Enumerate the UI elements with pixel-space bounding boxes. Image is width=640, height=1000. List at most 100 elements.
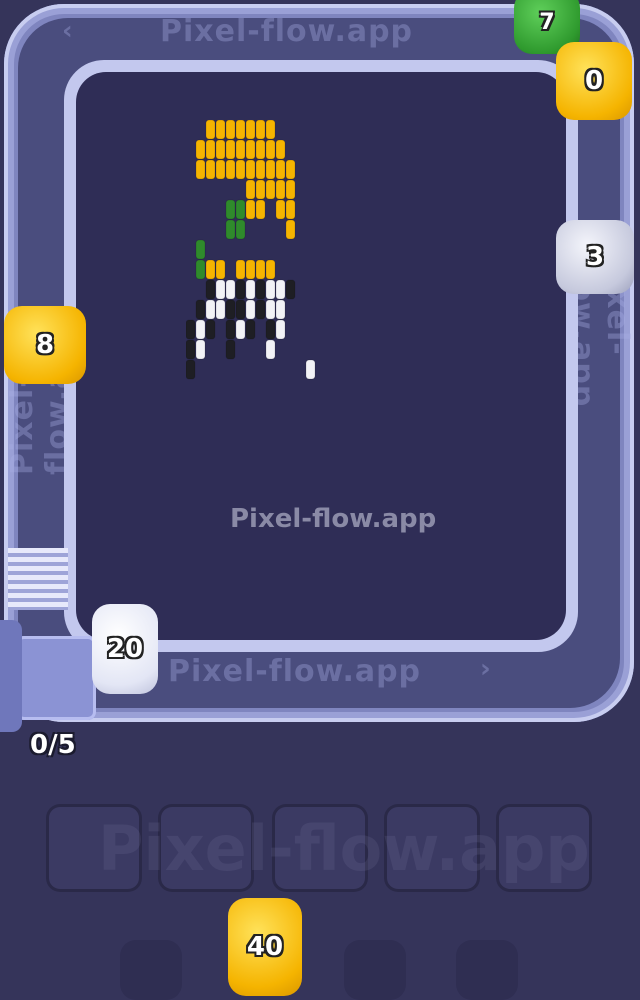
queue-placeholder: [344, 940, 406, 1000]
pixel-block-white: [275, 319, 286, 340]
pixel-block-black: [245, 319, 256, 340]
pixel-block-yellow: [245, 199, 256, 220]
pixel-block-black: [285, 279, 296, 300]
chevron-left-icon: ‹: [62, 16, 73, 46]
pixel-block-black: [255, 279, 266, 300]
shooter-white-bottom[interactable]: 20: [92, 604, 158, 694]
pixel-block-white: [245, 279, 256, 300]
pixel-block-black: [205, 279, 216, 300]
pixel-block-white: [235, 319, 246, 340]
pixel-block-yellow: [285, 199, 296, 220]
pixel-block-green: [195, 239, 206, 260]
pixel-block-yellow: [245, 159, 256, 180]
pixel-block-yellow: [205, 159, 216, 180]
pixel-block-yellow: [205, 120, 216, 140]
shooter-count: 7: [539, 9, 555, 35]
pixel-block-yellow: [215, 139, 226, 160]
pixel-block-yellow: [285, 179, 296, 200]
pixel-block-yellow: [235, 120, 246, 140]
pixel-block-yellow: [265, 120, 276, 140]
stairs: [8, 548, 68, 610]
pixel-block-black: [225, 299, 236, 320]
pixel-block-black: [195, 299, 206, 320]
belt-watermark-top: Pixel-flow.app: [160, 14, 414, 49]
pixel-block-white: [305, 359, 316, 380]
pixel-block-white: [265, 279, 276, 300]
pixel-block-yellow: [235, 259, 246, 280]
pixel-block-black: [235, 279, 246, 300]
pixel-block-yellow: [215, 259, 226, 280]
pixel-block-yellow: [255, 179, 266, 200]
shooter-count: 3: [585, 242, 605, 272]
pixel-block-yellow: [245, 179, 256, 200]
pixel-block-yellow: [285, 219, 296, 240]
pixel-block-yellow: [275, 199, 286, 220]
shooter-yellow-left[interactable]: 8: [4, 306, 86, 384]
pixel-block-black: [235, 299, 246, 320]
pixel-block-green: [225, 219, 236, 240]
pixel-block-yellow: [225, 120, 236, 140]
pixel-block-yellow: [265, 159, 276, 180]
shooter-count: 40: [246, 932, 284, 962]
pixel-block-yellow: [215, 159, 226, 180]
pixel-block-yellow: [255, 159, 266, 180]
shooter-count: 8: [35, 330, 55, 360]
pixel-block-yellow: [245, 259, 256, 280]
board-watermark: Pixel-flow.app: [230, 504, 437, 534]
pixel-block-black: [205, 319, 216, 340]
pixel-block-white: [225, 279, 236, 300]
pixel-block-yellow: [285, 159, 296, 180]
pixel-block-yellow: [195, 159, 206, 180]
pixel-block-yellow: [275, 159, 286, 180]
pixel-block-yellow: [255, 139, 266, 160]
shooter-yellow-queue[interactable]: 40: [228, 898, 302, 996]
shooter-silver-right[interactable]: 3: [556, 220, 634, 294]
pixel-block-black: [225, 339, 236, 360]
pixel-block-white: [265, 299, 276, 320]
pixel-block-white: [275, 299, 286, 320]
pixel-block-yellow: [235, 159, 246, 180]
pixel-block-yellow: [225, 139, 236, 160]
entry-gate: [16, 636, 96, 720]
pixel-block-yellow: [265, 139, 276, 160]
pixel-block-yellow: [265, 179, 276, 200]
pixel-block-yellow: [275, 179, 286, 200]
pixel-block-black: [186, 319, 196, 340]
pixel-block-white: [205, 299, 216, 320]
pixel-block-white: [215, 279, 226, 300]
chevron-right-icon: ›: [480, 654, 491, 684]
pixel-block-yellow: [275, 139, 286, 160]
pixel-block-yellow: [225, 159, 236, 180]
pixel-block-yellow: [255, 199, 266, 220]
pixel-block-yellow: [195, 139, 206, 160]
queue-placeholder: [120, 940, 182, 1000]
pixel-block-white: [265, 339, 276, 360]
pixel-block-black: [186, 359, 196, 380]
shooter-count: 20: [106, 634, 144, 664]
progress-counter: 0/5: [30, 730, 76, 760]
pixel-block-white: [195, 339, 206, 360]
pixel-art-target: [186, 120, 316, 380]
pixel-block-yellow: [205, 259, 216, 280]
pixel-block-black: [186, 339, 196, 360]
pixel-block-white: [215, 299, 226, 320]
pixel-block-white: [195, 319, 206, 340]
pixel-block-yellow: [245, 120, 256, 140]
shooter-yellow-top-right[interactable]: 0: [556, 42, 632, 120]
belt-watermark-bottom: Pixel-flow.app: [168, 654, 422, 689]
pixel-block-black: [225, 319, 236, 340]
pixel-block-yellow: [265, 259, 276, 280]
queue-placeholder: [456, 940, 518, 1000]
pixel-block-yellow: [245, 139, 256, 160]
pixel-block-yellow: [205, 139, 216, 160]
shooter-count: 0: [584, 66, 604, 96]
pixel-block-yellow: [235, 139, 246, 160]
pixel-block-green: [235, 219, 246, 240]
pixel-block-green: [235, 199, 246, 220]
pixel-block-white: [275, 279, 286, 300]
pixel-block-yellow: [255, 259, 266, 280]
pixel-block-black: [265, 319, 276, 340]
entry-gate-cap: [0, 620, 22, 732]
slots-watermark: Pixel-flow.app: [98, 812, 590, 885]
pixel-block-green: [195, 259, 206, 280]
